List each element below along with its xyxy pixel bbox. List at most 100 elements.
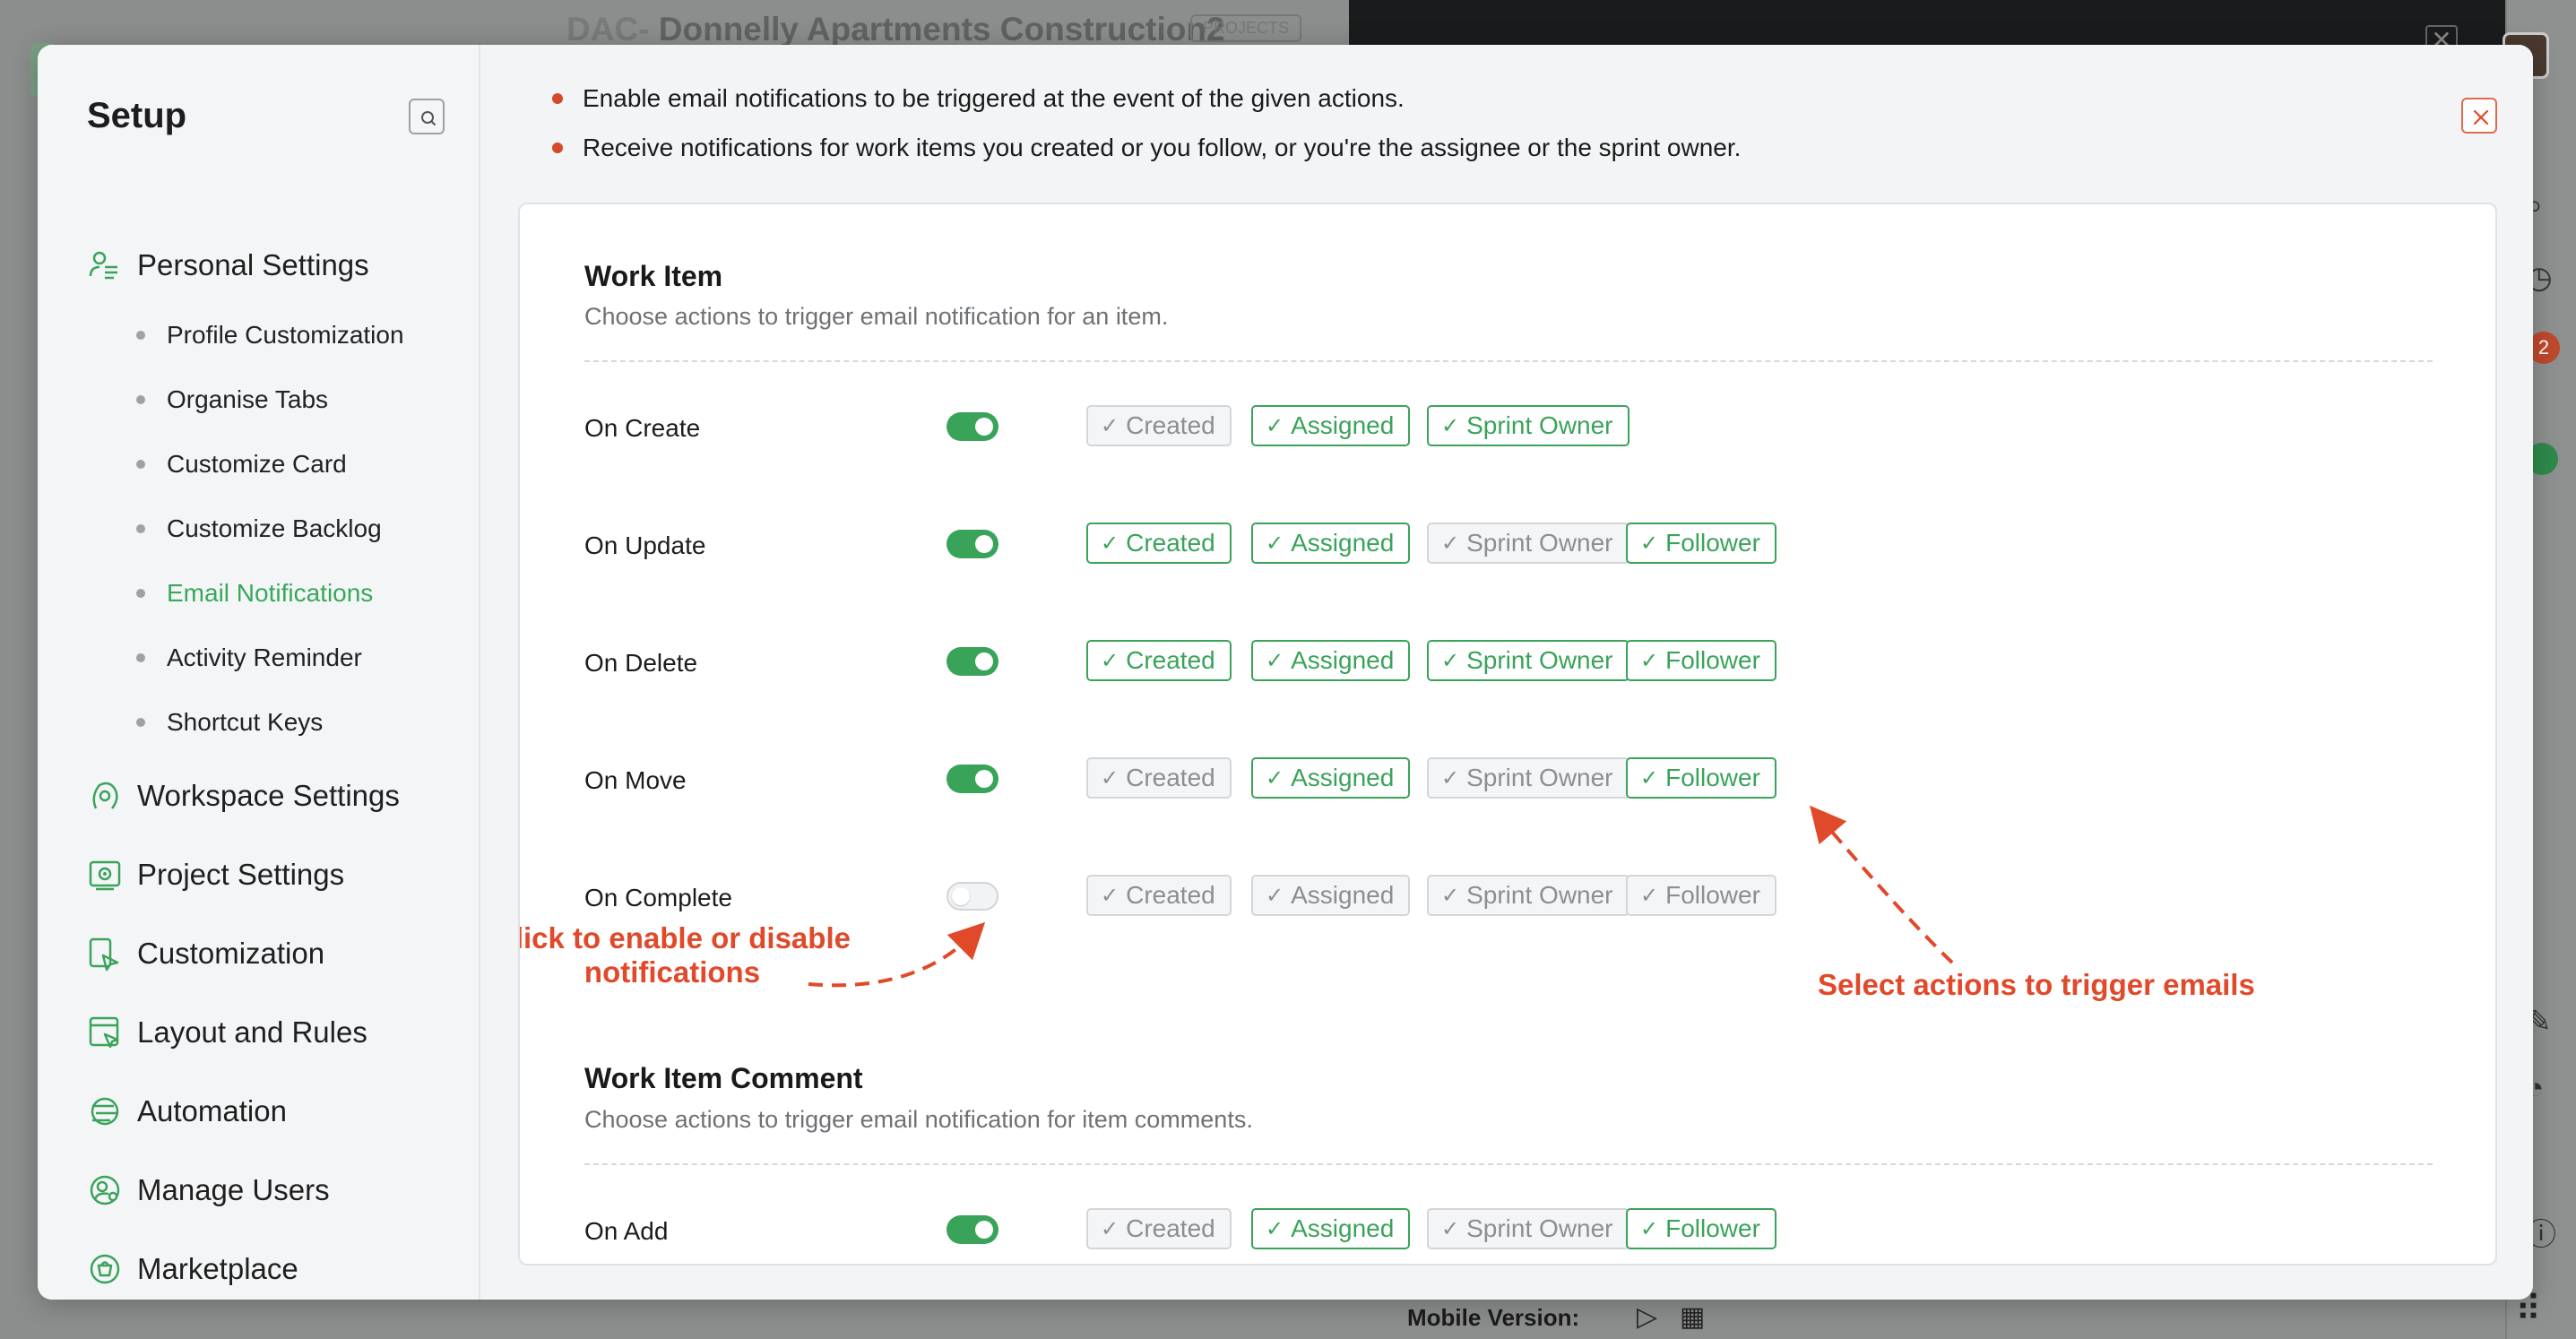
- chip-label: Created: [1126, 881, 1215, 909]
- sidebar-section-layout-and-rules[interactable]: Layout and Rules: [87, 1015, 367, 1050]
- chip-on-create-created[interactable]: ✓ Created: [1086, 405, 1232, 446]
- background-project-title: DAC- Donnelly Apartments Construction2: [566, 11, 1225, 48]
- mobile-version-label: Mobile Version:: [1407, 1304, 1580, 1331]
- check-icon: ✓: [1441, 531, 1460, 556]
- qr-code-icon: ▦: [1680, 1302, 1706, 1332]
- chip-label: Sprint Owner: [1466, 1214, 1613, 1242]
- chip-on-move-created[interactable]: ✓ Created: [1086, 757, 1232, 799]
- chip-label: Sprint Owner: [1466, 881, 1613, 909]
- chip-on-complete-follower[interactable]: ✓ Follower: [1626, 875, 1776, 916]
- divider: [584, 1163, 2433, 1165]
- sidebar-section-label: Automation: [137, 1094, 287, 1127]
- toggle-knob: [975, 770, 993, 788]
- chip-on-delete-follower[interactable]: ✓ Follower: [1626, 640, 1776, 681]
- toggle-hint-annotation: Click to enable or disable notifications: [518, 921, 851, 989]
- divider: [584, 360, 2433, 362]
- row-label-on-create: On Create: [584, 414, 701, 442]
- chip-on-add-created[interactable]: ✓ Created: [1086, 1208, 1232, 1249]
- toggle-on-create[interactable]: [947, 412, 998, 441]
- chip-on-complete-created[interactable]: ✓ Created: [1086, 875, 1232, 916]
- chip-on-move-assigned[interactable]: ✓ Assigned: [1251, 757, 1411, 799]
- row-label-on-delete: On Delete: [584, 649, 698, 677]
- workspace-settings-icon: [92, 782, 118, 809]
- check-icon: ✓: [1441, 883, 1460, 908]
- check-icon: ✓: [1101, 531, 1119, 556]
- row-label-on-add: On Add: [584, 1217, 669, 1245]
- customization-icon: [89, 937, 119, 972]
- row-label-on-move: On Move: [584, 766, 687, 794]
- chip-label: Created: [1126, 1214, 1215, 1242]
- background-projects-badge: PROJECTS: [1190, 14, 1302, 42]
- toggle-knob: [975, 418, 993, 436]
- chip-on-delete-sprint-owner[interactable]: ✓ Sprint Owner: [1427, 640, 1629, 681]
- close-button[interactable]: [2461, 98, 2497, 134]
- chip-on-move-sprint-owner[interactable]: ✓ Sprint Owner: [1427, 757, 1629, 799]
- search-button[interactable]: [409, 99, 445, 134]
- sidebar-item-organise-tabs[interactable]: Organise Tabs: [136, 385, 328, 414]
- chip-on-update-assigned[interactable]: ✓ Assigned: [1251, 523, 1411, 564]
- sidebar-section-label: Layout and Rules: [137, 1015, 367, 1049]
- section-description: Choose actions to trigger email notifica…: [584, 1106, 1253, 1133]
- chip-on-complete-sprint-owner[interactable]: ✓ Sprint Owner: [1427, 875, 1629, 916]
- section-title: Work Item Comment: [584, 1062, 863, 1094]
- toggle-on-add[interactable]: [947, 1215, 998, 1244]
- sidebar-section-label: Manage Users: [137, 1173, 330, 1206]
- chip-on-delete-assigned[interactable]: ✓ Assigned: [1251, 640, 1411, 681]
- sidebar-item-activity-reminder[interactable]: Activity Reminder: [136, 644, 362, 672]
- project-settings-icon: [89, 860, 121, 891]
- setup-main: Enable email notifications to be trigger…: [480, 45, 2533, 1300]
- check-icon: ✓: [1441, 765, 1460, 790]
- sidebar-item-email-notifications[interactable]: Email Notifications: [136, 579, 373, 608]
- sidebar-item-customize-card[interactable]: Customize Card: [136, 450, 347, 479]
- sidebar-item-profile-customization[interactable]: Profile Customization: [136, 321, 404, 350]
- chip-on-update-created[interactable]: ✓ Created: [1086, 523, 1232, 564]
- toggle-on-update[interactable]: [947, 530, 998, 558]
- chip-on-complete-assigned[interactable]: ✓ Assigned: [1251, 875, 1411, 916]
- sidebar-section-automation[interactable]: Automation: [87, 1093, 287, 1129]
- sidebar-item-label: Activity Reminder: [167, 644, 362, 671]
- check-icon: ✓: [1101, 765, 1119, 790]
- sidebar-item-shortcut-keys[interactable]: Shortcut Keys: [136, 708, 323, 737]
- row-label-on-complete: On Complete: [584, 884, 732, 911]
- toggle-on-delete[interactable]: [947, 647, 998, 676]
- chip-on-create-assigned[interactable]: ✓ Assigned: [1251, 405, 1411, 446]
- info-line: Receive notifications for work items you…: [552, 134, 1741, 162]
- check-icon: ✓: [1101, 648, 1119, 673]
- chip-label: Assigned: [1291, 881, 1395, 909]
- manage-users-icon: [90, 1175, 120, 1205]
- chip-label: Follower: [1665, 646, 1760, 674]
- automation-icon: [91, 1097, 119, 1126]
- chip-on-create-sprint-owner[interactable]: ✓ Sprint Owner: [1427, 405, 1629, 446]
- sidebar-section-project-settings[interactable]: Project Settings: [87, 857, 344, 893]
- chip-on-add-assigned[interactable]: ✓ Assigned: [1251, 1208, 1411, 1249]
- sidebar-section-customization[interactable]: Customization: [87, 936, 324, 972]
- chip-label: Sprint Owner: [1466, 529, 1613, 557]
- check-icon: ✓: [1266, 648, 1284, 673]
- chip-label: Sprint Owner: [1466, 646, 1613, 674]
- chip-on-add-follower[interactable]: ✓ Follower: [1626, 1208, 1776, 1249]
- chip-on-add-sprint-owner[interactable]: ✓ Sprint Owner: [1427, 1208, 1629, 1249]
- check-icon: ✓: [1640, 883, 1659, 908]
- check-icon: ✓: [1101, 1216, 1119, 1241]
- sidebar-item-label: Customize Card: [167, 450, 347, 478]
- chip-on-update-follower[interactable]: ✓ Follower: [1626, 523, 1776, 564]
- chip-label: Created: [1126, 529, 1215, 557]
- toggle-knob: [952, 887, 970, 905]
- sidebar-section-manage-users[interactable]: Manage Users: [87, 1172, 330, 1208]
- toggle-on-complete[interactable]: [947, 882, 998, 911]
- chip-label: Created: [1126, 646, 1215, 674]
- sidebar-item-customize-backlog[interactable]: Customize Backlog: [136, 514, 382, 543]
- setup-sidebar: Setup Personal Settings Profile Customiz…: [38, 45, 480, 1300]
- sidebar-section-workspace-settings[interactable]: Workspace Settings: [87, 778, 400, 814]
- toggle-on-move[interactable]: [947, 765, 998, 793]
- chip-on-move-follower[interactable]: ✓ Follower: [1626, 757, 1776, 799]
- sidebar-section-personal-settings[interactable]: Personal Settings: [87, 247, 369, 283]
- layout-rules-icon: [89, 1016, 119, 1049]
- sidebar-section-label: Workspace Settings: [137, 779, 400, 812]
- chip-on-update-sprint-owner[interactable]: ✓ Sprint Owner: [1427, 523, 1629, 564]
- close-icon: [2473, 109, 2489, 125]
- check-icon: ✓: [1640, 765, 1659, 790]
- chip-on-delete-created[interactable]: ✓ Created: [1086, 640, 1232, 681]
- sidebar-section-marketplace[interactable]: Marketplace: [87, 1251, 298, 1287]
- chips-hint-annotation: Select actions to trigger emails: [1818, 968, 2255, 1001]
